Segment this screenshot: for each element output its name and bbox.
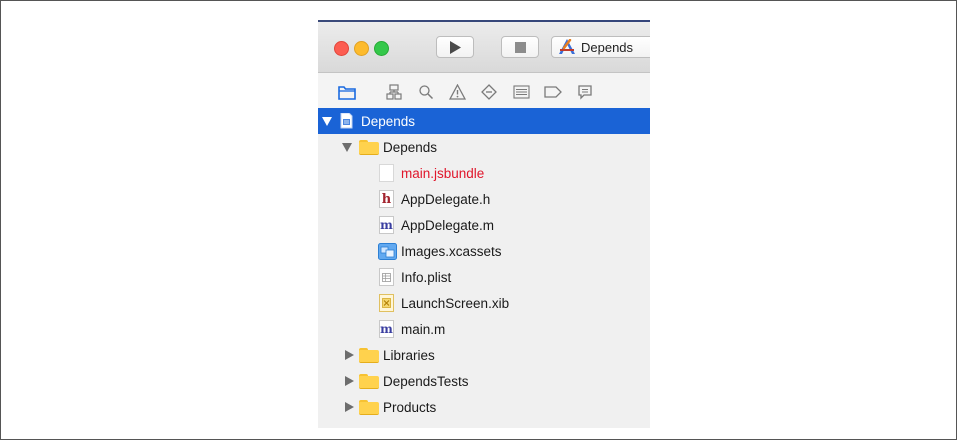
test-navigator-icon[interactable] bbox=[480, 83, 498, 101]
group-label: Depends bbox=[383, 139, 438, 155]
play-icon bbox=[450, 40, 461, 54]
file-label: AppDelegate.h bbox=[401, 191, 491, 207]
symbol-navigator-icon[interactable] bbox=[385, 83, 403, 101]
tree-row-group[interactable]: Libraries bbox=[318, 342, 650, 368]
file-label: Info.plist bbox=[401, 269, 452, 285]
tree-row-group-depends[interactable]: Depends bbox=[318, 134, 650, 160]
blank-file-icon bbox=[379, 164, 394, 182]
issue-navigator-icon[interactable] bbox=[448, 83, 466, 101]
find-navigator-icon[interactable] bbox=[417, 83, 435, 101]
project-navigator-tree: Depends Depends main.jsbundle h AppDeleg… bbox=[318, 108, 650, 420]
tree-row-file[interactable]: LaunchScreen.xib bbox=[318, 290, 650, 316]
file-label: AppDelegate.m bbox=[401, 217, 495, 233]
folder-icon bbox=[359, 348, 379, 363]
folder-icon bbox=[359, 140, 379, 155]
project-label: Depends bbox=[361, 113, 416, 129]
group-label: Libraries bbox=[383, 347, 435, 363]
group-label: Products bbox=[383, 399, 437, 415]
asset-catalog-icon bbox=[378, 243, 397, 263]
scheme-selector[interactable]: Depends bbox=[551, 36, 650, 58]
minimize-window-button[interactable] bbox=[354, 41, 369, 56]
group-label: DependsTests bbox=[383, 373, 469, 389]
tree-row-file[interactable]: Images.xcassets bbox=[318, 238, 650, 264]
stop-icon bbox=[514, 41, 526, 53]
breakpoint-navigator-icon[interactable] bbox=[544, 83, 562, 101]
report-navigator-icon[interactable] bbox=[576, 83, 594, 101]
tree-row-group[interactable]: DependsTests bbox=[318, 368, 650, 394]
file-label: main.m bbox=[401, 321, 446, 337]
disclosure-closed-icon[interactable] bbox=[344, 350, 354, 360]
objc-file-icon: m bbox=[379, 216, 394, 234]
tree-row-project[interactable]: Depends bbox=[318, 108, 650, 134]
scheme-label: Depends bbox=[581, 39, 634, 55]
file-label: main.jsbundle bbox=[401, 165, 485, 181]
plist-file-icon bbox=[379, 268, 394, 286]
disclosure-closed-icon[interactable] bbox=[344, 376, 354, 386]
xcode-window: Depends Depends Depends main.jsbundle h … bbox=[318, 20, 650, 428]
folder-icon bbox=[359, 400, 379, 415]
toolbar: Depends bbox=[318, 22, 650, 73]
disclosure-open-icon[interactable] bbox=[342, 142, 352, 152]
tree-row-group[interactable]: Products bbox=[318, 394, 650, 420]
header-file-icon: h bbox=[379, 190, 394, 208]
zoom-window-button[interactable] bbox=[374, 41, 389, 56]
tree-row-file[interactable]: m main.m bbox=[318, 316, 650, 342]
run-button[interactable] bbox=[436, 36, 474, 58]
tree-row-file[interactable]: Info.plist bbox=[318, 264, 650, 290]
xcode-project-icon bbox=[340, 112, 353, 132]
debug-navigator-icon[interactable] bbox=[512, 83, 530, 101]
xib-file-icon bbox=[379, 294, 394, 312]
disclosure-closed-icon[interactable] bbox=[344, 402, 354, 412]
xcode-app-icon bbox=[559, 39, 575, 54]
tree-row-file[interactable]: main.jsbundle bbox=[318, 160, 650, 186]
tree-row-file[interactable]: m AppDelegate.m bbox=[318, 212, 650, 238]
objc-file-icon: m bbox=[379, 320, 394, 338]
disclosure-open-icon[interactable] bbox=[322, 116, 332, 126]
close-window-button[interactable] bbox=[334, 41, 349, 56]
navigator-selector-bar bbox=[318, 73, 650, 112]
project-navigator-icon[interactable] bbox=[338, 83, 356, 101]
file-label: Images.xcassets bbox=[401, 243, 502, 259]
tree-row-file[interactable]: h AppDelegate.h bbox=[318, 186, 650, 212]
stop-button[interactable] bbox=[501, 36, 539, 58]
file-label: LaunchScreen.xib bbox=[401, 295, 510, 311]
folder-icon bbox=[359, 374, 379, 389]
